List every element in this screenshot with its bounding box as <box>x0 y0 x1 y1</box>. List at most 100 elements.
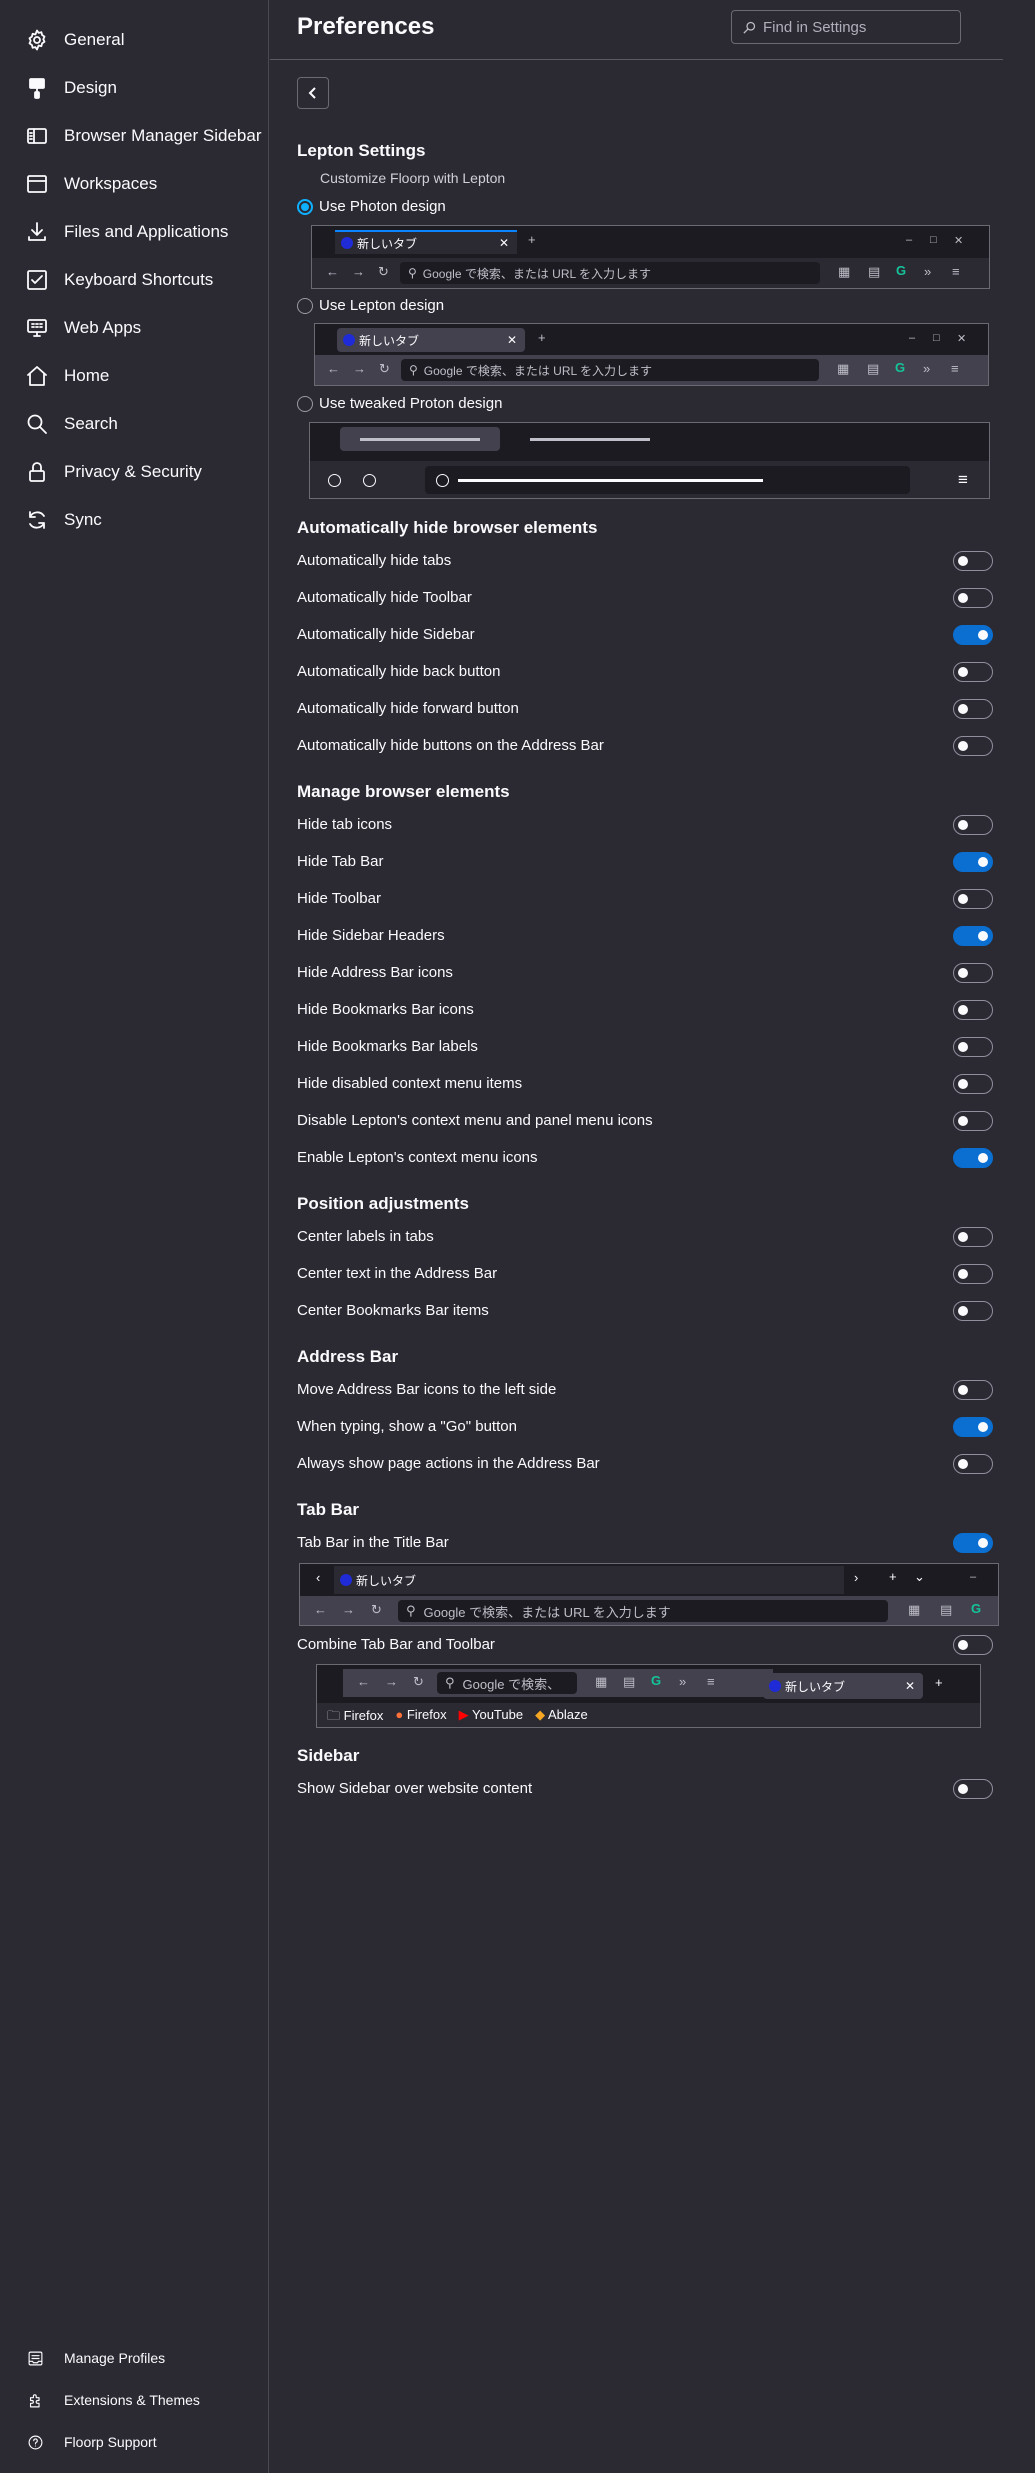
radio-button[interactable] <box>297 198 313 215</box>
back-arrow-icon: ← <box>357 1674 370 1689</box>
nav-label: Sync <box>64 510 102 529</box>
menu-icon: ≡ <box>958 470 968 489</box>
container-icon: ▦ <box>595 1674 608 1689</box>
nav-label: Keyboard Shortcuts <box>64 270 214 289</box>
magnifier-icon: ⚲ <box>445 1675 455 1690</box>
toggle-hide-tab-bar[interactable] <box>953 852 993 872</box>
footer-label: Manage Profiles <box>64 2350 166 2366</box>
back-button[interactable] <box>297 77 329 109</box>
chevron-down-icon: ⌄ <box>914 1569 925 1584</box>
toggle-show-go-button[interactable] <box>953 1417 993 1437</box>
toggle-auto-hide-address-bar-buttons[interactable] <box>953 736 993 756</box>
preview-tab-title: 新しいタブ <box>356 1573 417 1588</box>
preview-tab-row: 新しいタブ ✕ + – □ ✕ <box>315 324 988 354</box>
chevron-left-icon <box>308 87 316 99</box>
chevron-right-icon: › <box>854 1570 859 1585</box>
setting-label: Hide Tab Bar <box>297 853 384 870</box>
magnifier-icon: ⚲ <box>409 363 418 377</box>
footer-extensions-themes[interactable]: Extensions & Themes <box>0 2379 269 2421</box>
floorp-icon <box>341 237 353 249</box>
grammarly-icon: G <box>895 360 906 375</box>
toggle-auto-hide-back-button[interactable] <box>953 662 993 682</box>
search-box[interactable] <box>731 10 961 44</box>
plus-icon: + <box>528 232 536 247</box>
radio-lepton-design[interactable]: Use Lepton design <box>297 297 444 314</box>
setting-label: Center labels in tabs <box>297 1228 434 1245</box>
preview-toolbar: ≡ <box>310 461 989 498</box>
reload-icon: ↻ <box>413 1674 424 1689</box>
page-title: Preferences <box>297 13 435 40</box>
tab-placeholder-line <box>360 438 480 441</box>
nav-sync[interactable]: Sync <box>0 496 268 544</box>
firefox-icon: ● <box>395 1707 404 1722</box>
toggle-combine-tab-bar-toolbar[interactable] <box>953 1635 993 1655</box>
container-icon: ▦ <box>837 361 850 376</box>
section-title: Automatically hide browser elements <box>297 518 598 537</box>
setting-label: Always show page actions in the Address … <box>297 1455 600 1472</box>
toggle-center-tab-labels[interactable] <box>953 1227 993 1247</box>
toggle-hide-tab-icons[interactable] <box>953 815 993 835</box>
nav-workspaces[interactable]: Workspaces <box>0 160 268 208</box>
setting-label: Hide tab icons <box>297 816 393 833</box>
preview-url-bar <box>425 466 910 494</box>
preview-url-bar: ⚲ Google で検索、 <box>437 1672 577 1694</box>
puzzle-icon <box>26 2391 44 2409</box>
setting-label: Tab Bar in the Title Bar <box>297 1534 449 1551</box>
toggle-sidebar-over-content[interactable] <box>953 1779 993 1799</box>
toggle-disable-lepton-menu-icons[interactable] <box>953 1111 993 1131</box>
floorp-icon <box>343 334 355 346</box>
library-icon: ▤ <box>940 1602 953 1617</box>
container-icon: ▦ <box>908 1602 921 1617</box>
close-icon: ✕ <box>498 236 509 250</box>
footer-floorp-support[interactable]: Floorp Support <box>0 2421 269 2463</box>
nav-general[interactable]: General <box>0 16 268 64</box>
toggle-always-show-page-actions[interactable] <box>953 1454 993 1474</box>
nav-home[interactable]: Home <box>0 352 268 400</box>
footer-manage-profiles[interactable]: Manage Profiles <box>0 2337 269 2379</box>
plus-icon: + <box>538 330 546 345</box>
toggle-auto-hide-tabs[interactable] <box>953 551 993 571</box>
toggle-hide-sidebar-headers[interactable] <box>953 926 993 946</box>
footer-label: Floorp Support <box>64 2434 157 2450</box>
radio-label: Use tweaked Proton design <box>319 395 503 412</box>
proton-design-preview: ≡ <box>309 422 990 499</box>
magnifier-icon: ⚲ <box>406 1603 416 1618</box>
setting-label: Enable Lepton's context menu icons <box>297 1149 538 1166</box>
toggle-address-bar-icons-left[interactable] <box>953 1380 993 1400</box>
preview-tab-row: 新しいタブ ✕ + – □ ✕ <box>312 226 989 256</box>
photon-design-preview: 新しいタブ ✕ + – □ ✕ ← → ↻ ⚲ Google で検索、または U… <box>311 225 990 289</box>
radio-tweaked-proton-design[interactable]: Use tweaked Proton design <box>297 395 502 412</box>
bookmark-item: ▶ YouTube <box>459 1707 523 1727</box>
setting-label: Automatically hide buttons on the Addres… <box>297 737 604 754</box>
radio-photon-design[interactable]: Use Photon design <box>297 198 446 215</box>
toggle-auto-hide-forward-button[interactable] <box>953 699 993 719</box>
preview-toolbar: ← → ↻ ⚲ Google で検索、または URL を入力します ▦ ▤ G <box>300 1596 998 1625</box>
toggle-hide-address-bar-icons[interactable] <box>953 963 993 983</box>
toggle-hide-bookmarks-bar-labels[interactable] <box>953 1037 993 1057</box>
toggle-hide-disabled-menu-items[interactable] <box>953 1074 993 1094</box>
nav-design[interactable]: Design <box>0 64 268 112</box>
search-input[interactable] <box>763 18 953 36</box>
section-title: Address Bar <box>297 1347 399 1366</box>
nav-keyboard-shortcuts[interactable]: Keyboard Shortcuts <box>0 256 268 304</box>
nav-search[interactable]: Search <box>0 400 268 448</box>
toggle-auto-hide-toolbar[interactable] <box>953 588 993 608</box>
toggle-tab-bar-in-title-bar[interactable] <box>953 1533 993 1553</box>
toggle-center-address-bar-text[interactable] <box>953 1264 993 1284</box>
toggle-auto-hide-sidebar[interactable] <box>953 625 993 645</box>
overflow-icon: » <box>924 264 932 279</box>
toggle-hide-bookmarks-bar-icons[interactable] <box>953 1000 993 1020</box>
nav-files-and-applications[interactable]: Files and Applications <box>0 208 268 256</box>
grammarly-icon: G <box>896 263 907 278</box>
radio-button[interactable] <box>297 297 313 314</box>
nav-web-apps[interactable]: Web Apps <box>0 304 268 352</box>
setting-label: Hide disabled context menu items <box>297 1075 523 1092</box>
nav-browser-manager-sidebar[interactable]: Browser Manager Sidebar <box>0 112 268 160</box>
checkbox-icon <box>22 265 52 295</box>
toggle-hide-toolbar[interactable] <box>953 889 993 909</box>
toggle-center-bookmarks-items[interactable] <box>953 1301 993 1321</box>
toggle-enable-lepton-context-icons[interactable] <box>953 1148 993 1168</box>
radio-button[interactable] <box>297 395 313 412</box>
nav-privacy-security[interactable]: Privacy & Security <box>0 448 268 496</box>
settings-sidebar: General Design Browser Manager Sidebar W… <box>0 0 269 2473</box>
